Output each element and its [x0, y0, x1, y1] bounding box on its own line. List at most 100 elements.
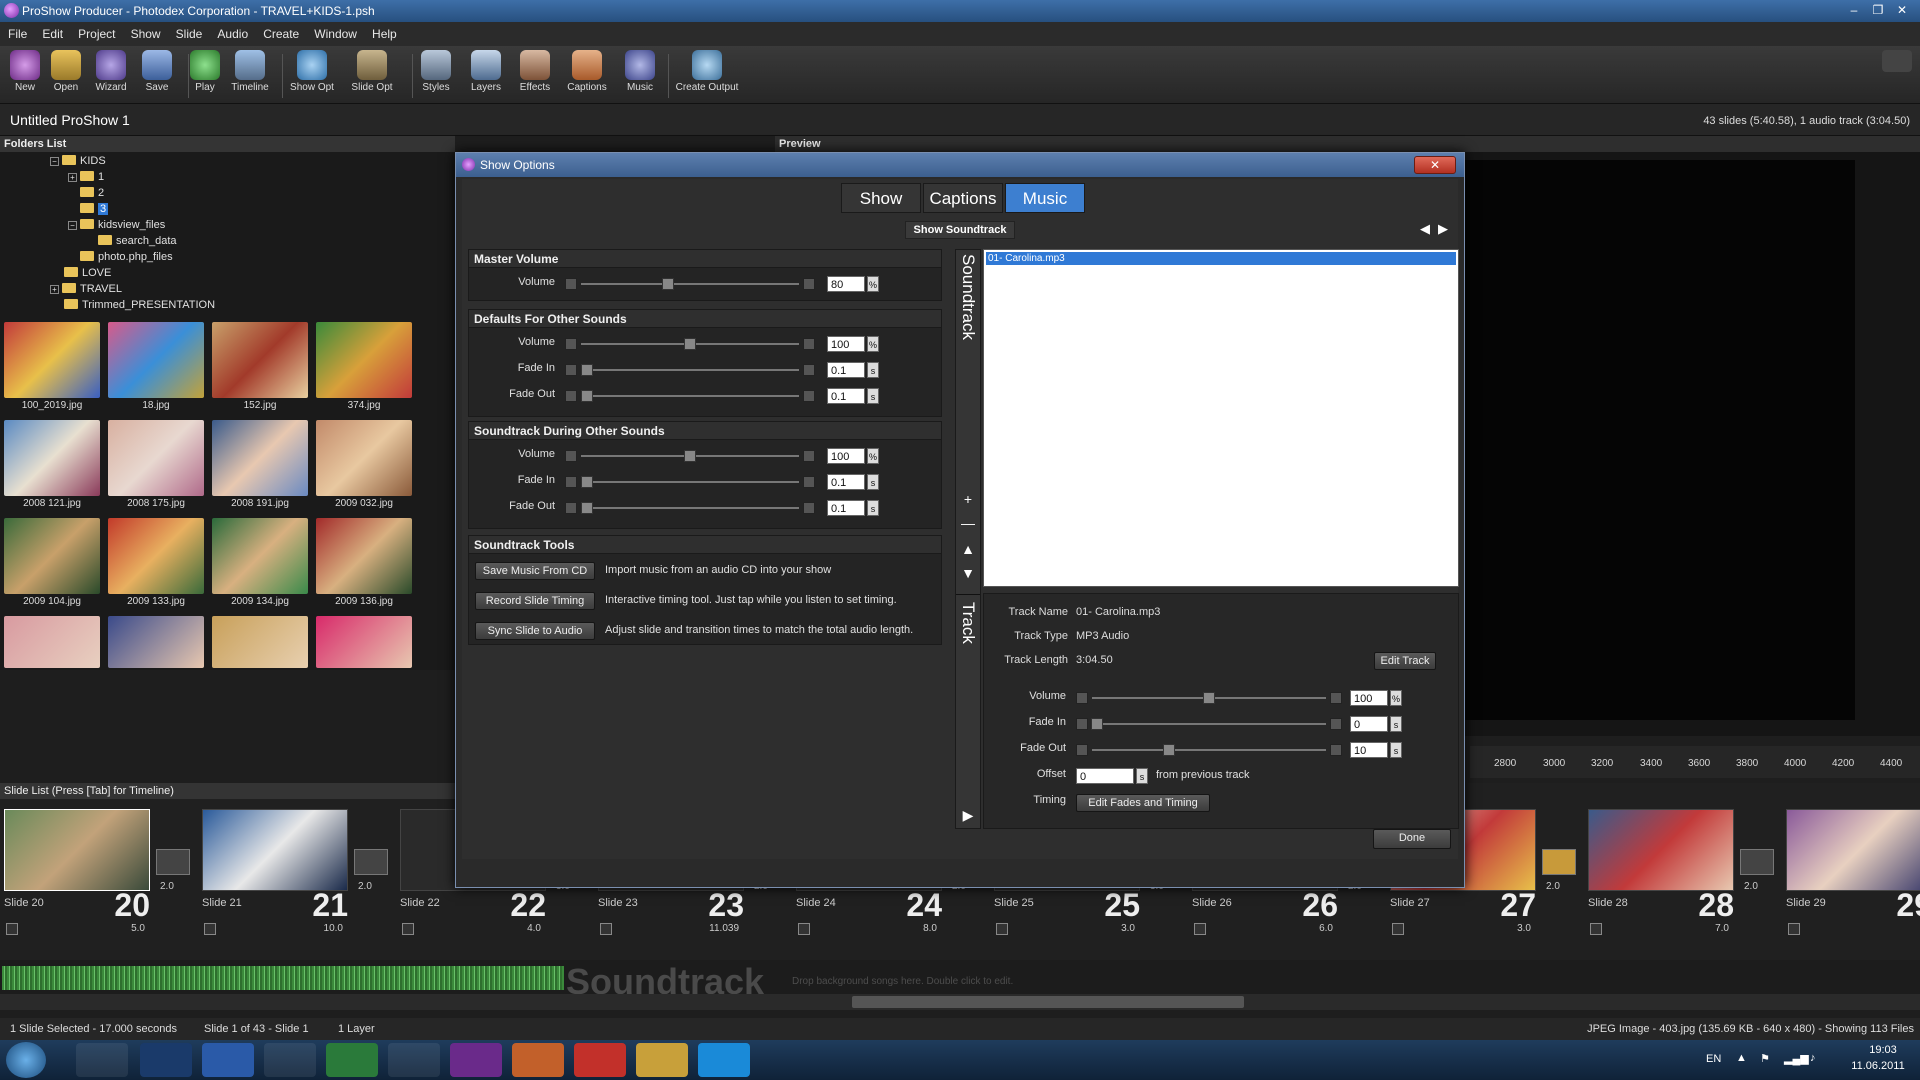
play-icon[interactable] — [1392, 923, 1404, 935]
slider-knob[interactable] — [581, 390, 593, 402]
track-fade-out-input[interactable]: 10 — [1350, 742, 1388, 758]
photoshop-icon[interactable] — [140, 1043, 192, 1077]
play-button[interactable]: Play — [182, 50, 228, 102]
play-icon[interactable] — [204, 923, 216, 935]
subtab-show-soundtrack[interactable]: Show Soundtrack — [905, 221, 1015, 239]
folder-travel[interactable]: + TRAVEL — [50, 282, 122, 297]
thumbnail[interactable]: 2009 133.jpg — [106, 518, 206, 614]
eye-icon[interactable] — [1882, 50, 1912, 72]
slider-knob[interactable] — [581, 502, 593, 514]
play-icon[interactable] — [1194, 923, 1206, 935]
track-fade-out-slider[interactable] — [1076, 744, 1342, 756]
folder-kids[interactable]: − KIDS — [50, 154, 106, 169]
slide-item[interactable]: Slide 21 21 10.0 2.0 — [198, 809, 396, 935]
slider-left-arrow[interactable] — [565, 338, 577, 350]
slider-knob[interactable] — [581, 476, 593, 488]
app-icon[interactable] — [574, 1043, 626, 1077]
slider-right-arrow[interactable] — [803, 338, 815, 350]
slider-track[interactable] — [1092, 749, 1326, 751]
slider-right-arrow[interactable] — [1330, 692, 1342, 704]
create-output-button[interactable]: Create Output — [672, 50, 742, 102]
slider-left-arrow[interactable] — [1076, 744, 1088, 756]
slider-left-arrow[interactable] — [1076, 692, 1088, 704]
clock-time[interactable]: 19:03 — [1850, 1044, 1916, 1056]
slider-right-arrow[interactable] — [803, 390, 815, 402]
close-icon[interactable]: ✕ — [1890, 2, 1914, 19]
start-button[interactable] — [6, 1042, 46, 1078]
timeline-button[interactable]: Timeline — [227, 50, 273, 102]
music-button[interactable]: Music — [617, 50, 663, 102]
play-icon[interactable] — [402, 923, 414, 935]
horizontal-scrollbar[interactable] — [0, 994, 1920, 1010]
slider-knob[interactable] — [684, 450, 696, 462]
menu-create[interactable]: Create — [263, 27, 299, 41]
defaults-fade-in-input[interactable]: 0.1 — [827, 362, 865, 378]
slider-right-arrow[interactable] — [1330, 744, 1342, 756]
flag-icon[interactable]: ⚑ — [1760, 1052, 1770, 1065]
play-icon[interactable] — [6, 923, 18, 935]
slider-track[interactable] — [581, 369, 799, 371]
audio-waveform[interactable] — [2, 966, 564, 990]
move-up-icon[interactable]: ▲ — [959, 540, 977, 558]
defaults-fade-out-input[interactable]: 0.1 — [827, 388, 865, 404]
folder-search-data[interactable]: search_data — [98, 234, 177, 249]
during-fade-in-input[interactable]: 0.1 — [827, 474, 865, 490]
defaults-volume-slider[interactable] — [565, 338, 815, 350]
collapse-icon[interactable]: − — [68, 221, 77, 230]
thumbnail[interactable]: 374.jpg — [314, 322, 414, 418]
slider-left-arrow[interactable] — [565, 502, 577, 514]
slider-knob[interactable] — [1203, 692, 1215, 704]
slider-right-arrow[interactable] — [803, 476, 815, 488]
explorer-icon[interactable] — [636, 1043, 688, 1077]
defaults-fade-out-slider[interactable] — [565, 390, 815, 402]
folder-3[interactable]: 3 — [80, 202, 109, 217]
thumbnail[interactable]: 2008 121.jpg — [2, 420, 102, 516]
slider-track[interactable] — [581, 507, 799, 509]
slider-knob[interactable] — [684, 338, 696, 350]
play-icon[interactable] — [1590, 923, 1602, 935]
slider-left-arrow[interactable] — [1076, 718, 1088, 730]
slider-knob[interactable] — [1163, 744, 1176, 756]
thumbnail[interactable]: 2008 191.jpg — [210, 420, 310, 516]
calendar-icon[interactable] — [264, 1043, 316, 1077]
preview-canvas[interactable] — [1465, 160, 1855, 720]
thumbnail[interactable] — [2, 616, 102, 712]
slide-options-button[interactable]: Slide Opt — [349, 50, 395, 102]
show-options-button[interactable]: Show Opt — [289, 50, 335, 102]
remove-track-icon[interactable]: — — [959, 514, 977, 532]
track-fade-in-input[interactable]: 0 — [1350, 716, 1388, 732]
menu-edit[interactable]: Edit — [42, 27, 63, 41]
master-volume-input[interactable]: 80 — [827, 276, 865, 292]
during-fade-out-slider[interactable] — [565, 502, 815, 514]
transition-icon[interactable] — [1542, 849, 1576, 875]
slider-track[interactable] — [581, 395, 799, 397]
slider-knob[interactable] — [1090, 718, 1103, 730]
tab-music[interactable]: Music — [1005, 183, 1085, 213]
slider-right-arrow[interactable] — [803, 450, 815, 462]
tab-captions[interactable]: Captions — [923, 183, 1003, 213]
media-player-icon[interactable] — [76, 1043, 128, 1077]
open-button[interactable]: Open — [43, 50, 89, 102]
thumbnail[interactable]: 2009 032.jpg — [314, 420, 414, 516]
wizard-button[interactable]: Wizard — [88, 50, 134, 102]
thumbnail[interactable]: 152.jpg — [210, 322, 310, 418]
close-icon[interactable]: ✕ — [1414, 156, 1456, 174]
save-button[interactable]: Save — [134, 50, 180, 102]
firefox-icon[interactable] — [512, 1043, 564, 1077]
slider-right-arrow[interactable] — [803, 364, 815, 376]
folder-trimmed-presentation[interactable]: Trimmed_PRESENTATION — [64, 298, 215, 313]
new-button[interactable]: New — [2, 50, 48, 102]
proshow-taskbar-icon[interactable] — [450, 1043, 502, 1077]
folder-2[interactable]: 2 — [80, 186, 104, 201]
menu-show[interactable]: Show — [131, 27, 161, 41]
scrollbar-thumb[interactable] — [852, 996, 1244, 1008]
thumbnail[interactable]: 2008 175.jpg — [106, 420, 206, 516]
master-volume-slider[interactable] — [565, 278, 815, 290]
move-down-icon[interactable]: ▼ — [959, 564, 977, 582]
track-volume-slider[interactable] — [1076, 692, 1342, 704]
thumbnail[interactable]: 100_2019.jpg — [2, 322, 102, 418]
menu-help[interactable]: Help — [372, 27, 397, 41]
thumbnail[interactable]: 2009 134.jpg — [210, 518, 310, 614]
captions-button[interactable]: Captions — [564, 50, 610, 102]
slider-left-arrow[interactable] — [565, 476, 577, 488]
